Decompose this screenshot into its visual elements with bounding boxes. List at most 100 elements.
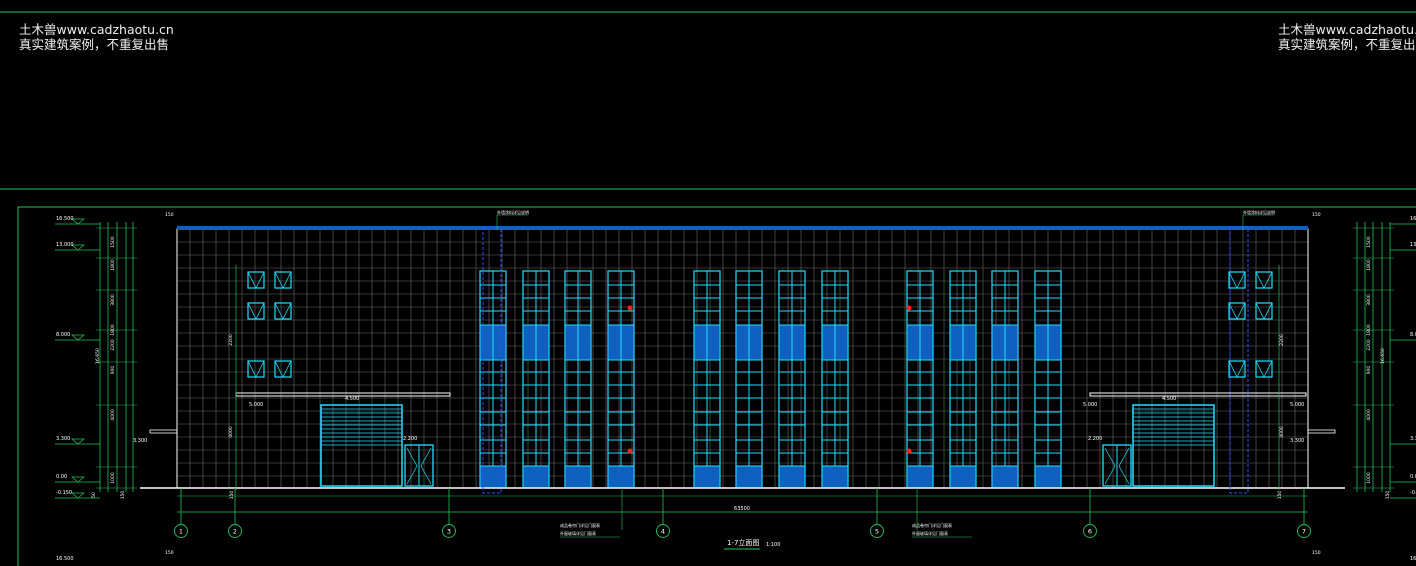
- small-window-diag: [282, 302, 292, 320]
- elev-bottom-left: 16.500: [56, 556, 74, 562]
- note-line-2: 外窗玻璃详见门窗表: [560, 530, 596, 536]
- canopy-level-right-2: 5.000: [1290, 402, 1304, 408]
- small-window-frame: [274, 271, 292, 289]
- base-panel: [779, 466, 805, 487]
- curtain-window-column: [735, 270, 763, 488]
- dim-label-right: 2200: [1366, 339, 1372, 351]
- small-window-diag: [274, 271, 284, 289]
- axis-label: 7: [1302, 528, 1306, 536]
- base-panel: [608, 466, 634, 487]
- base-panel: [822, 466, 848, 487]
- small-window-frame: [247, 271, 265, 289]
- elev-triangle: [71, 492, 85, 499]
- small-window-diag: [282, 360, 292, 378]
- canopy-level-right: 5.000: [1083, 402, 1097, 408]
- canopy-dim-left: 4.500: [345, 396, 359, 402]
- small-window-diag: [1255, 302, 1265, 320]
- dim-label-right: 900: [1366, 366, 1372, 375]
- dim-total-left: 16.650: [95, 348, 101, 364]
- small-window-diag: [1263, 360, 1273, 378]
- canopy-right: [1089, 392, 1307, 397]
- swing-door-leaf: [1118, 447, 1130, 485]
- elev-triangle: [71, 218, 85, 225]
- canopy-dim-right: 4.500: [1162, 396, 1176, 402]
- axis-label: 3: [447, 528, 451, 536]
- side-ledge-right: [1307, 429, 1336, 434]
- dim-label-inner: 2200: [1279, 334, 1285, 346]
- small-window-diag: [274, 302, 284, 320]
- small-window: [1228, 360, 1246, 378]
- door-level-right: 2.200: [1088, 436, 1102, 442]
- elev-label-right: 13.000: [1410, 242, 1416, 248]
- axis-label: 1: [179, 528, 183, 536]
- curtain-window-column: [906, 270, 934, 488]
- elev-label-left: 3.300: [56, 436, 70, 442]
- small-window: [247, 271, 265, 289]
- door-level-left: 2.200: [403, 436, 417, 442]
- window-group: [235, 226, 1307, 494]
- small-window-frame: [274, 302, 292, 320]
- elev-3300-right: 3.300: [1290, 438, 1304, 444]
- marker-dot: [627, 305, 633, 311]
- dim-total-label: 63500: [734, 506, 750, 512]
- small-window-diag: [1236, 271, 1246, 289]
- curtain-window-column: [821, 270, 849, 488]
- dim-small: 150: [1277, 491, 1283, 500]
- dim-label-right: 1000: [1366, 472, 1372, 484]
- small-window-diag: [255, 360, 265, 378]
- elev-label-right: 16.500: [1410, 216, 1416, 222]
- axis-label: 2: [233, 528, 237, 536]
- callout-left: 外墙涂料详见说明: [497, 209, 529, 215]
- small-window-diag: [1236, 302, 1246, 320]
- curtain-window-column: [1034, 270, 1062, 488]
- small-window-frame: [1255, 360, 1273, 378]
- dim-label-right: 1800: [1366, 259, 1372, 271]
- small-window-frame: [1228, 302, 1246, 320]
- elev-label-left: -0.150: [56, 490, 72, 496]
- dim-label-left: 1000: [110, 472, 116, 484]
- dim-label-inner: 4000: [1279, 426, 1285, 438]
- dim-label-inner: 4000: [228, 426, 234, 438]
- small-window: [1255, 271, 1273, 289]
- stair-outline: [1229, 226, 1249, 494]
- small-window-frame: [1255, 302, 1273, 320]
- note-line-2: 外窗玻璃详见门窗表: [912, 530, 948, 536]
- dim-small: 150: [229, 491, 235, 500]
- elev-label-right: 8.000: [1410, 332, 1416, 338]
- parapet-band: [177, 226, 1308, 230]
- base-panel: [992, 466, 1018, 487]
- parapet-dim-left: 150: [165, 212, 174, 218]
- elev-label-left: 8.000: [56, 332, 70, 338]
- parapet-dim-right: 150: [1312, 212, 1321, 218]
- small-window-frame: [1255, 271, 1273, 289]
- base-panel: [565, 466, 591, 487]
- small-window: [274, 302, 292, 320]
- base-panel: [907, 466, 933, 487]
- parapet-dim-left-b: 150: [165, 550, 174, 556]
- curtain-window-column: [522, 270, 550, 488]
- base-panel: [950, 466, 976, 487]
- side-ledge-left: [149, 429, 178, 434]
- note-line-1: 成品卷帘门详见门窗表: [912, 522, 952, 528]
- small-window-diag: [1255, 271, 1265, 289]
- small-window-diag: [255, 302, 265, 320]
- dim-small: 50: [91, 492, 97, 498]
- dim-label-right: 3800: [1366, 294, 1372, 306]
- callout-right: 外墙涂料详见说明: [1243, 209, 1275, 215]
- small-window-frame: [274, 360, 292, 378]
- elev-label-left: 0.00: [56, 474, 67, 480]
- small-window: [274, 360, 292, 378]
- elev-label-left: 13.000: [56, 242, 74, 248]
- small-window-diag: [274, 360, 284, 378]
- small-window: [1255, 360, 1273, 378]
- base-panel: [480, 466, 506, 487]
- dim-label-left: 1500: [110, 236, 116, 248]
- dim-label-left: 2200: [110, 339, 116, 351]
- marker-dot: [906, 305, 912, 311]
- dim-label-left: 4000: [110, 409, 116, 421]
- swing-door-leaf: [406, 447, 418, 485]
- drawing-scale: 1:100: [766, 542, 780, 548]
- dim-label-left: 3800: [110, 294, 116, 306]
- small-window-diag: [1236, 360, 1246, 378]
- base-panel: [694, 466, 720, 487]
